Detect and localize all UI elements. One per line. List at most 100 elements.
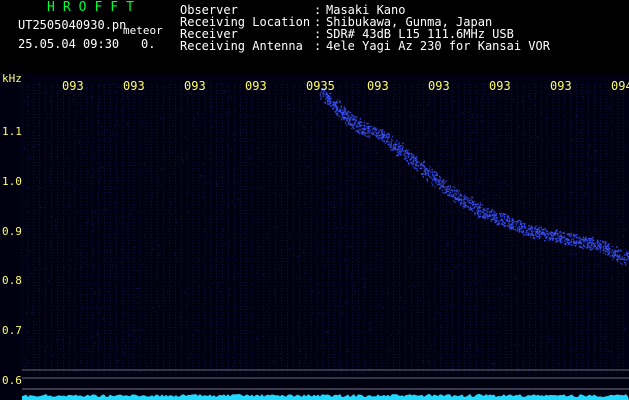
noise-dot: [204, 292, 206, 294]
trace-point: [611, 245, 614, 248]
trace-point: [420, 167, 422, 169]
noise-dot: [200, 176, 202, 178]
trace-point: [524, 222, 526, 225]
noise-dot: [557, 133, 559, 135]
noise-dot: [445, 248, 447, 250]
noise-dot: [426, 355, 428, 357]
noise-dot: [382, 307, 384, 309]
noise-dot: [165, 178, 167, 180]
trace-point: [355, 130, 357, 132]
noise-dot: [588, 153, 590, 155]
noise-dot: [26, 186, 28, 188]
noise-dot: [262, 160, 264, 162]
noise-dot: [87, 141, 89, 143]
trace-point: [351, 114, 353, 116]
trace-point: [422, 173, 424, 175]
y-tick-label: 0.6: [2, 374, 22, 387]
trace-point: [510, 226, 512, 228]
noise-dot: [159, 246, 161, 248]
trace-point: [402, 150, 405, 153]
noise-dot: [127, 95, 129, 97]
noise-dot: [104, 208, 106, 210]
trace-point: [452, 200, 455, 202]
trace-point: [513, 221, 516, 223]
noise-dot: [596, 170, 598, 172]
noise-dot: [109, 304, 111, 306]
noise-dot: [547, 277, 549, 279]
noise-dot: [527, 220, 529, 222]
noise-dot: [358, 137, 360, 139]
noise-dot: [367, 216, 369, 218]
noise-dot: [132, 205, 134, 207]
noise-dot: [335, 352, 337, 354]
noise-dot: [229, 295, 231, 297]
noise-dot: [399, 107, 401, 109]
trace-point: [396, 154, 398, 157]
noise-dot: [298, 334, 300, 336]
noise-dot: [370, 174, 372, 176]
noise-dot: [142, 135, 144, 137]
trace-point: [609, 255, 612, 257]
trace-point: [560, 236, 563, 238]
trace-point: [488, 210, 491, 213]
noise-dot: [619, 169, 621, 171]
noise-dot: [454, 101, 456, 103]
noise-dot: [507, 184, 509, 186]
trace-point: [586, 243, 589, 246]
trace-point: [521, 226, 524, 228]
trace-point: [506, 225, 509, 227]
noise-dot: [419, 229, 421, 231]
info-row-antenna: Receiving Antenna:4ele Yagi Az 230 for K…: [180, 40, 550, 52]
trace-point: [434, 178, 437, 180]
trace-point: [391, 149, 393, 151]
noise-dot: [490, 362, 492, 364]
noise-dot: [60, 90, 62, 92]
trace-point: [358, 128, 361, 130]
noise-dot: [118, 125, 120, 127]
noise-dot: [583, 210, 585, 212]
noise-dot: [108, 137, 110, 139]
trace-point: [619, 262, 622, 264]
noise-dot: [114, 276, 116, 278]
station-info: Observer: Masaki Kano Receiving Location:…: [180, 4, 550, 52]
noise-dot: [266, 311, 268, 313]
noise-dot: [608, 181, 610, 183]
noise-dot: [347, 180, 349, 182]
noise-dot: [300, 259, 302, 261]
y-tick-label: 0.7: [2, 324, 22, 338]
noise-dot: [47, 280, 49, 282]
info-value: 4ele Yagi Az 230 for Kansai VOR: [326, 39, 550, 53]
trace-point: [415, 162, 417, 164]
noise-dot: [366, 144, 368, 146]
noise-dot: [280, 288, 282, 290]
trace-point: [451, 190, 454, 192]
noise-dot: [320, 345, 322, 347]
noise-dot: [611, 133, 613, 135]
trace-point: [536, 229, 539, 232]
trace-point: [379, 134, 382, 136]
trace-point: [490, 220, 492, 222]
noise-dot: [137, 296, 139, 298]
trace-point: [431, 184, 434, 186]
trace-point: [319, 93, 321, 95]
trace-point: [438, 175, 441, 178]
noise-dot: [365, 363, 367, 365]
noise-dot: [61, 348, 63, 350]
noise-dot: [357, 271, 359, 273]
noise-dot: [169, 354, 171, 356]
noise-dot: [508, 134, 510, 136]
noise-dot: [403, 189, 405, 191]
noise-dot: [455, 266, 457, 268]
noise-dot: [390, 349, 392, 351]
noise-dot: [297, 140, 299, 142]
noise-dot: [560, 217, 562, 219]
noise-dot: [547, 338, 549, 340]
noise-dot: [283, 161, 285, 163]
noise-dot: [140, 370, 142, 372]
noise-dot: [524, 130, 526, 132]
noise-dot: [319, 148, 321, 150]
trace-point: [626, 251, 628, 254]
noise-dot: [199, 315, 201, 317]
noise-dot: [426, 104, 428, 106]
trace-point: [605, 242, 607, 244]
